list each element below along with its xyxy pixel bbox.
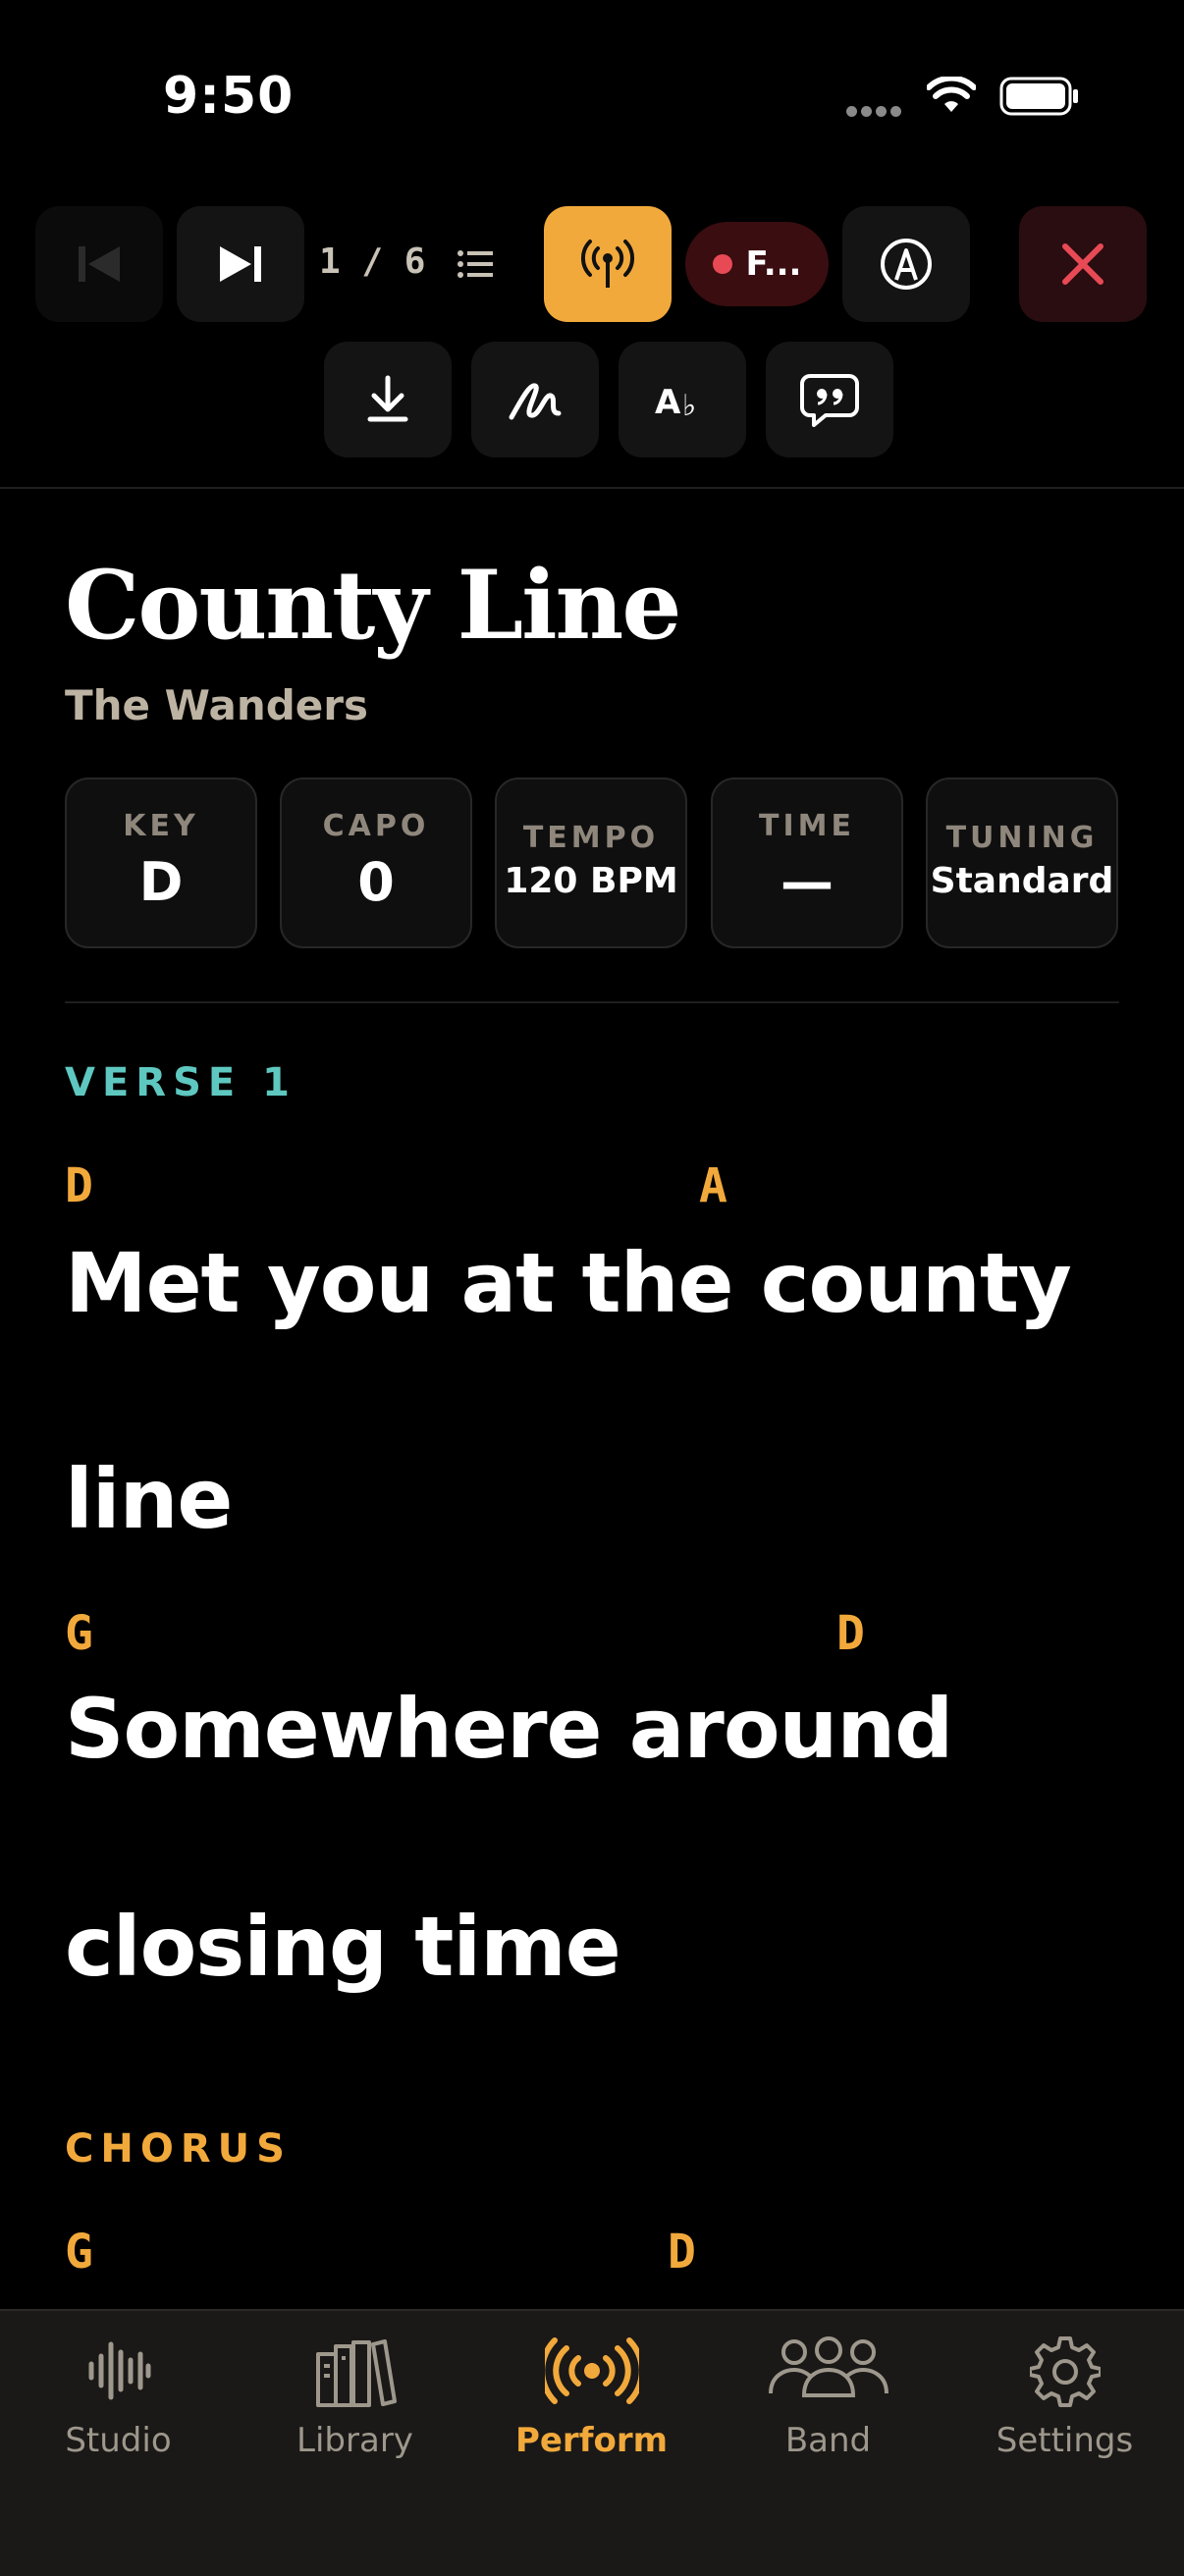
meta-key-card: KEY D — [65, 778, 257, 948]
header-divider — [65, 1001, 1119, 1003]
download-icon — [367, 375, 408, 422]
chord: D — [668, 2225, 696, 2280]
next-song-button[interactable] — [177, 206, 304, 322]
quote-bubble-icon — [800, 374, 859, 427]
meta-time-card: TIME — — [711, 778, 903, 948]
meta-label: TIME — [759, 809, 855, 843]
broadcast-icon — [538, 2336, 645, 2409]
status-time: 9:50 — [163, 67, 295, 126]
meta-value: — — [780, 851, 834, 913]
chord: D — [65, 1158, 93, 1213]
meta-label: KEY — [123, 809, 199, 843]
meta-value: D — [138, 851, 184, 913]
meta-label: TUNING — [945, 821, 1099, 855]
wifi-icon — [926, 75, 977, 118]
gear-icon — [1027, 2336, 1103, 2411]
transpose-icon: A ♭ — [655, 383, 696, 421]
tab-label: Band — [784, 2421, 872, 2460]
tab-label: Perform — [514, 2421, 669, 2460]
recording-pill[interactable]: F... — [685, 222, 829, 306]
recording-label: F... — [745, 244, 802, 284]
scribble-icon — [509, 383, 562, 420]
broadcast-button[interactable] — [544, 206, 672, 322]
song-title: County Line — [65, 550, 681, 661]
lyric-line: Somewhere around — [65, 1681, 953, 1777]
previous-song-button[interactable] — [35, 206, 163, 322]
record-dot-icon — [712, 254, 732, 274]
meta-value: 120 BPM — [504, 861, 678, 901]
section-label-verse: VERSE 1 — [65, 1060, 296, 1105]
lyric-line: line — [65, 1451, 233, 1547]
svg-text:A: A — [655, 383, 681, 421]
meta-label: TEMPO — [522, 821, 660, 855]
broadcast-icon — [580, 240, 635, 288]
chord: D — [836, 1606, 865, 1661]
pencil-tip-icon — [881, 239, 932, 290]
tab-label: Library — [296, 2421, 413, 2460]
battery-icon — [999, 77, 1080, 120]
setlist-counter: 1 / 6 — [319, 242, 426, 282]
close-icon — [1062, 243, 1103, 285]
meta-tuning-card: TUNING Standard — [926, 778, 1118, 948]
people-icon — [767, 2336, 890, 2403]
lyric-line: closing time — [65, 1899, 621, 1995]
svg-text:♭: ♭ — [682, 389, 696, 421]
skip-back-icon — [79, 246, 120, 282]
meta-label: CAPO — [322, 809, 430, 843]
toolbar-divider — [0, 487, 1184, 489]
signature-button[interactable] — [471, 342, 599, 457]
meta-value: 0 — [357, 851, 395, 913]
song-artist: The Wanders — [65, 681, 368, 729]
lyric-line: Met you at the county — [65, 1235, 1072, 1331]
chord: G — [65, 1606, 93, 1661]
download-button[interactable] — [324, 342, 452, 457]
chord: A — [699, 1158, 727, 1213]
comments-button[interactable] — [766, 342, 893, 457]
chord: G — [65, 2225, 93, 2280]
setlist-icon[interactable] — [457, 249, 493, 283]
books-icon — [314, 2336, 397, 2413]
tab-bar: Studio Library Perform Band Settings — [0, 2309, 1184, 2576]
markup-button[interactable] — [842, 206, 970, 322]
transpose-button[interactable]: A ♭ — [619, 342, 746, 457]
tab-label: Settings — [996, 2421, 1134, 2460]
cellular-signal-icon — [846, 102, 905, 121]
meta-tempo-card: TEMPO 120 BPM — [495, 778, 687, 948]
section-label-chorus: CHORUS — [65, 2126, 292, 2172]
skip-forward-icon — [220, 246, 261, 282]
waveform-icon — [84, 2336, 153, 2409]
meta-value: Standard — [930, 861, 1114, 901]
close-button[interactable] — [1019, 206, 1147, 322]
tab-label: Studio — [65, 2421, 172, 2460]
meta-capo-card: CAPO 0 — [280, 778, 472, 948]
